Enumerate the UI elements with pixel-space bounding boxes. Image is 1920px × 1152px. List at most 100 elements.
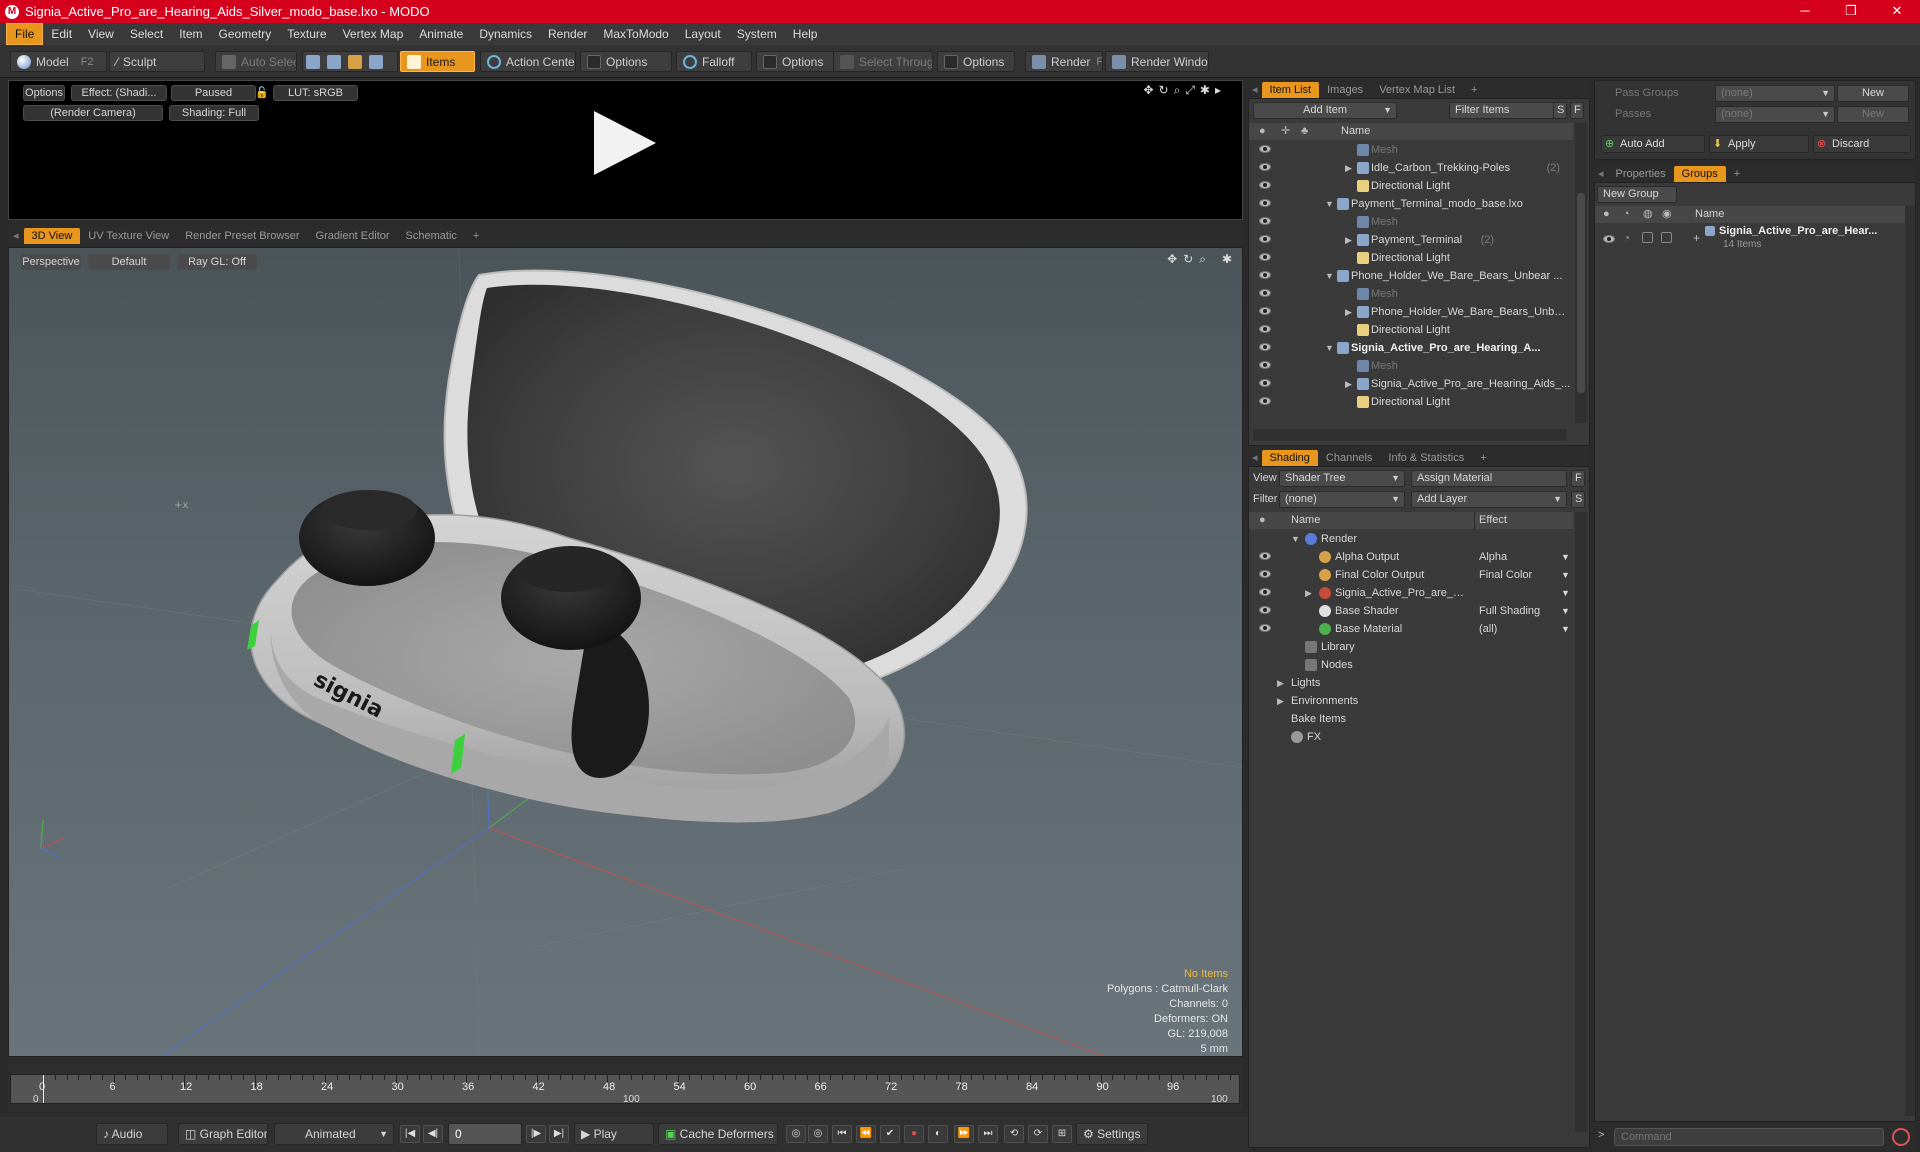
dropdown-arrow-icon[interactable]: ▼ — [1561, 584, 1570, 602]
menu-file[interactable]: File — [6, 23, 44, 45]
shader-tree-row[interactable]: Base Shader Full Shading ▼ — [1249, 602, 1573, 620]
key-prev-icon[interactable]: ⏮ — [832, 1125, 852, 1143]
polygons-mode-icon[interactable] — [348, 54, 362, 69]
expand-arrow-icon[interactable]: ▶ — [1277, 674, 1284, 692]
close-button[interactable]: ✕ — [1874, 0, 1920, 23]
menu-item[interactable]: Item — [171, 24, 210, 44]
assign-material-button[interactable]: Assign Material — [1411, 470, 1567, 487]
tab-images[interactable]: Images — [1319, 82, 1371, 98]
current-frame-input[interactable]: 0 — [448, 1123, 522, 1145]
add-layer-dropdown[interactable]: Add Layer ▼ — [1411, 491, 1567, 508]
link-icon[interactable]: ⟳ — [1028, 1125, 1048, 1143]
menu-edit[interactable]: Edit — [43, 24, 80, 44]
item-list-row[interactable]: Mesh — [1249, 213, 1573, 231]
perspective-dropdown[interactable]: Perspective — [21, 254, 81, 270]
add-tab-button[interactable]: + — [1726, 166, 1748, 182]
dropdown-arrow-icon[interactable]: ▼ — [1561, 602, 1570, 620]
shader-tree-scrollbar[interactable] — [1575, 512, 1587, 1132]
timeline[interactable]: 061218243036424854606672788490960100100 — [8, 1064, 1243, 1110]
menu-geometry[interactable]: Geometry — [211, 24, 280, 44]
menu-layout[interactable]: Layout — [677, 24, 729, 44]
menu-system[interactable]: System — [729, 24, 785, 44]
items-mode-button[interactable]: Items — [400, 51, 475, 72]
shader-tree-row[interactable]: Nodes — [1249, 656, 1573, 674]
filter-f-button[interactable]: F — [1570, 102, 1584, 119]
tab-schematic[interactable]: Schematic — [398, 228, 465, 244]
key-filter-icon-2[interactable]: ◎ — [808, 1125, 828, 1143]
eye-icon[interactable] — [1259, 343, 1271, 351]
menu-view[interactable]: View — [80, 24, 122, 44]
eye-icon[interactable] — [1259, 570, 1271, 578]
eye-icon[interactable] — [1259, 397, 1271, 405]
settings-button[interactable]: ⚙ Settings — [1076, 1123, 1148, 1145]
menu-maxtomodo[interactable]: MaxToModo — [595, 24, 676, 44]
preview-nav-icons[interactable]: ✥↻⌕⤢✱▸ — [1143, 83, 1226, 98]
expand-arrow-icon[interactable]: ▶ — [1345, 375, 1352, 393]
passes-dropdown[interactable]: (none) ▼ — [1715, 106, 1835, 123]
next-key-button[interactable]: |▶ — [526, 1125, 546, 1143]
expand-arrow-icon[interactable]: ▶ — [1277, 692, 1284, 710]
auto-add-button[interactable]: ⊕ Auto Add — [1601, 135, 1705, 153]
audio-button[interactable]: ♪ Audio — [96, 1123, 168, 1145]
tab-shading[interactable]: Shading — [1261, 450, 1318, 466]
menu-help[interactable]: Help — [785, 24, 826, 44]
filter-s-button[interactable]: S — [1553, 102, 1567, 119]
eye-icon[interactable] — [1259, 606, 1271, 614]
record-icon[interactable]: ● — [904, 1125, 924, 1143]
key-step-back-icon[interactable]: ⏪ — [856, 1125, 876, 1143]
preview-options-button[interactable]: Options — [23, 85, 65, 101]
shader-effect-value[interactable]: (all) — [1479, 620, 1559, 638]
eye-icon[interactable] — [1259, 552, 1271, 560]
menu-dynamics[interactable]: Dynamics — [471, 24, 540, 44]
eye-icon[interactable] — [1259, 624, 1271, 632]
timeline-current-frame-marker[interactable] — [43, 1075, 44, 1103]
viewport-settings-icon[interactable]: ✱ — [1222, 252, 1232, 266]
tab-3d-view[interactable]: 3D View — [23, 228, 81, 244]
tab-render-preset-browser[interactable]: Render Preset Browser — [177, 228, 307, 244]
go-to-start-button[interactable]: |◀ — [400, 1125, 420, 1143]
item-list-row[interactable]: ▶ Payment_Terminal (2) — [1249, 231, 1573, 249]
expand-plus-icon[interactable]: + — [1693, 231, 1700, 245]
key-step-forward-icon[interactable]: ⏩ — [954, 1125, 974, 1143]
falloff-options-button[interactable]: Options — [756, 51, 834, 72]
default-dropdown[interactable]: Default — [88, 254, 170, 270]
render-toggle-icon[interactable]: ◔ — [1623, 231, 1630, 245]
item-list-row[interactable]: ▶ Phone_Holder_We_Bare_Bears_Unbe ... — [1249, 303, 1573, 321]
collapse-arrow-icon[interactable]: ▼ — [1325, 339, 1334, 357]
view-dropdown[interactable]: Shader Tree ▼ — [1279, 470, 1405, 487]
eye-icon[interactable] — [1259, 588, 1271, 596]
item-list-row[interactable]: ▶ Idle_Carbon_Trekking-Poles (2) — [1249, 159, 1573, 177]
filter-dropdown[interactable]: (none) ▼ — [1279, 491, 1405, 508]
item-list-row[interactable]: Mesh — [1249, 141, 1573, 159]
eye-icon[interactable] — [1259, 235, 1271, 243]
3d-viewport[interactable]: signia +x Perspective Default Ray GL: Of… — [8, 247, 1243, 1057]
item-list-row[interactable]: Directional Light — [1249, 321, 1573, 339]
add-item-dropdown[interactable]: Add Item ▼ — [1253, 102, 1397, 119]
lock-checkbox[interactable] — [1642, 232, 1653, 243]
sculpt-mode-button[interactable]: ⁄ Sculpt — [109, 51, 205, 72]
animated-dropdown[interactable]: Animated ▼ — [274, 1123, 394, 1145]
previous-key-button[interactable]: ◀| — [423, 1125, 443, 1143]
shader-tree-row[interactable]: ▶ Lights — [1249, 674, 1573, 692]
auto-key-icon[interactable]: ◐ — [928, 1125, 948, 1143]
tab-vertex-map-list[interactable]: Vertex Map List — [1371, 82, 1463, 98]
item-list-row[interactable]: Directional Light — [1249, 177, 1573, 195]
shader-tree-row[interactable]: ▶ Signia_Active_Pro_are_He ... ▼ — [1249, 584, 1573, 602]
item-list-hscrollbar[interactable] — [1253, 429, 1567, 441]
shader-tree-row[interactable]: ▼ Render — [1249, 530, 1573, 548]
set-key-icon[interactable]: ✔ — [880, 1125, 900, 1143]
item-list-scrollbar[interactable] — [1575, 123, 1587, 423]
item-list-row[interactable]: Directional Light — [1249, 249, 1573, 267]
action-center-button[interactable]: Action Center — [480, 51, 576, 72]
command-input[interactable] — [1614, 1128, 1884, 1146]
shader-tree-row[interactable]: Bake Items — [1249, 710, 1573, 728]
shader-tree-row[interactable]: Library — [1249, 638, 1573, 656]
expand-arrow-icon[interactable]: ▶ — [1305, 584, 1312, 602]
materials-mode-icon[interactable] — [369, 54, 383, 69]
eye-icon[interactable] — [1259, 325, 1271, 333]
select-through-button[interactable]: Select Through — [833, 51, 933, 72]
preview-paused-button[interactable]: Paused — [171, 85, 256, 101]
groups-scrollbar[interactable] — [1905, 206, 1915, 1116]
auto-select-button[interactable]: Auto Select — [215, 51, 297, 72]
snap-icon[interactable]: ⊞ — [1052, 1125, 1072, 1143]
